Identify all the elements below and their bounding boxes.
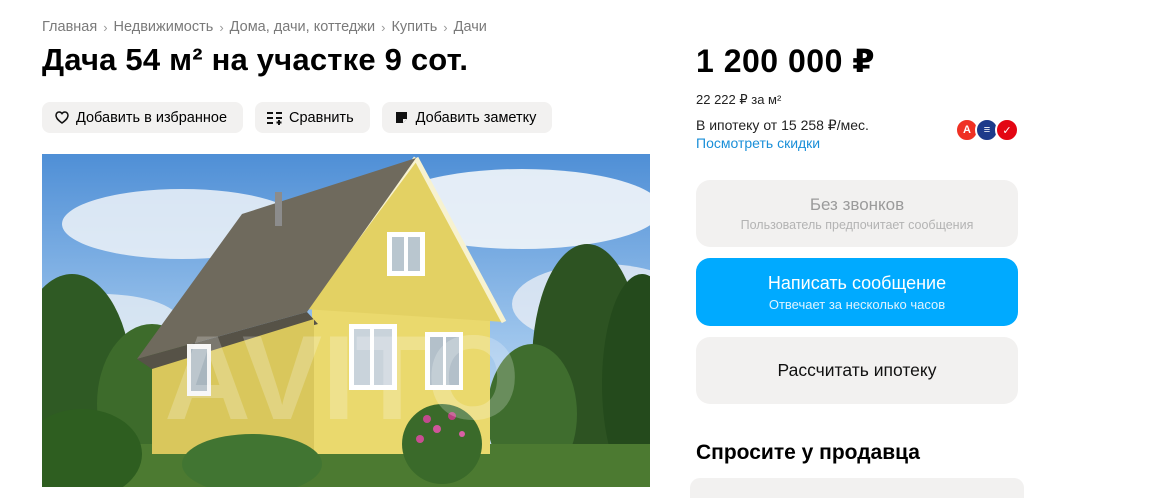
write-message-button[interactable]: Написать сообщение Отвечает за несколько… [696,258,1018,326]
price-per-meter: 22 222 ₽ за м² [696,92,782,107]
avito-watermark: AVITO [164,311,520,445]
write-message-title: Написать сообщение [767,272,947,293]
ask-seller-heading: Спросите у продавца [696,441,920,464]
breadcrumb-separator: › [381,19,386,35]
breadcrumb: Главная › Недвижимость › Дома, дачи, кот… [42,19,487,35]
calculate-mortgage-label: Рассчитать ипотеку [777,360,937,380]
page-title: Дача 54 м² на участке 9 сот. [42,42,469,77]
bank-logos[interactable]: А ≡ ✓ [955,118,1019,142]
compare-label: Сравнить [289,109,354,126]
write-message-subtitle: Отвечает за несколько часов [768,296,946,312]
compare-button[interactable]: Сравнить [255,102,370,133]
note-icon [394,110,410,126]
add-to-favorites-button[interactable]: Добавить в избранное [42,102,244,133]
listing-actions: Добавить в избранное Сравнить Добавить з… [42,102,553,133]
heart-icon [54,110,70,126]
price: 1 200 000 ₽ [696,43,876,79]
no-calls-subtitle: Пользователь предпочитает сообщения [740,218,974,232]
no-calls-title: Без звонков [809,195,905,214]
breadcrumb-dachas[interactable]: Дачи [454,19,487,35]
add-note-button[interactable]: Добавить заметку [381,102,553,133]
ask-seller-box[interactable] [690,478,1024,498]
compare-icon [267,110,283,126]
add-note-label: Добавить заметку [415,109,537,126]
view-discounts-link[interactable]: Посмотреть скидки [696,135,820,151]
mortgage-info: В ипотеку от 15 258 ₽/мес. [696,117,869,133]
no-calls-button[interactable]: Без звонков Пользователь предпочитает со… [696,180,1018,247]
breadcrumb-separator: › [219,19,224,35]
bank-icon: ✓ [995,118,1019,142]
breadcrumb-real-estate[interactable]: Недвижимость [114,19,214,35]
breadcrumb-houses[interactable]: Дома, дачи, коттеджи [230,19,375,35]
breadcrumb-separator: › [103,19,108,35]
calculate-mortgage-button[interactable]: Рассчитать ипотеку [696,337,1018,404]
breadcrumb-separator: › [443,19,448,35]
breadcrumb-buy[interactable]: Купить [391,19,437,35]
breadcrumb-home[interactable]: Главная [42,19,97,35]
listing-photo[interactable]: AVITO [42,154,650,487]
add-to-favorites-label: Добавить в избранное [76,109,228,126]
